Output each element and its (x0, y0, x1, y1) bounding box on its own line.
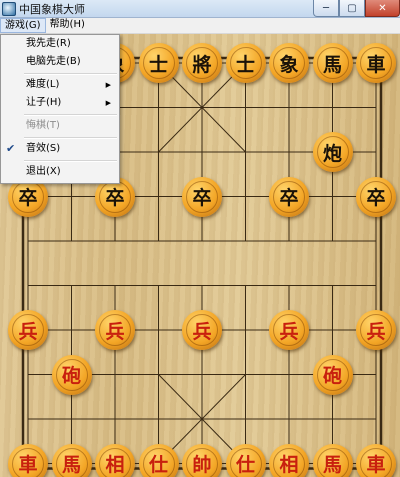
maximize-button[interactable]: ▢ (339, 0, 365, 17)
piece-label: 卒 (99, 180, 131, 213)
piece-label: 將 (186, 47, 218, 79)
piece-label: 兵 (273, 314, 305, 346)
red-piece[interactable]: 砲 (51, 354, 92, 395)
submenu-arrow-icon: ▶ (105, 81, 111, 89)
piece-label: 馬 (316, 47, 349, 79)
submenu-arrow-icon: ▶ (105, 99, 111, 107)
piece-label: 兵 (99, 314, 131, 346)
piece-label: 帥 (186, 447, 218, 477)
black-piece[interactable]: 象 (269, 43, 309, 83)
menu-item-sound[interactable]: ✔ 音效(S) (1, 140, 119, 158)
black-piece[interactable]: 卒 (182, 176, 222, 217)
game-dropdown-menu: 我先走(R) 电脑先走(B) 难度(L) ▶ 让子(H) ▶ 悔棋(T) ✔ 音效(S) 退出(X… (0, 34, 120, 184)
red-piece[interactable]: 馬 (312, 443, 353, 477)
red-piece[interactable]: 砲 (312, 354, 353, 395)
red-piece[interactable]: 兵 (95, 310, 135, 350)
piece-label: 仕 (142, 447, 175, 477)
piece-label: 相 (273, 447, 305, 477)
piece-label: 士 (229, 47, 262, 79)
piece-label: 馬 (55, 447, 88, 477)
piece-label: 炮 (316, 136, 349, 168)
menu-item-handicap[interactable]: 让子(H) ▶ (1, 94, 119, 112)
menu-item-undo: 悔棋(T) (1, 117, 119, 135)
piece-label: 卒 (360, 180, 392, 213)
red-piece[interactable]: 兵 (8, 310, 48, 350)
piece-label: 兵 (12, 314, 44, 346)
black-piece[interactable]: 卒 (269, 176, 309, 217)
red-piece[interactable]: 兵 (269, 310, 309, 350)
piece-label: 相 (99, 447, 131, 477)
menu-item-label: 让子(H) (26, 97, 62, 108)
red-piece[interactable]: 馬 (51, 443, 92, 477)
black-piece[interactable]: 士 (225, 43, 266, 83)
minimize-button[interactable]: ─ (313, 0, 339, 17)
window-title: 中国象棋大师 (19, 2, 85, 16)
menu-item-label: 音效(S) (26, 143, 61, 154)
title-bar: 中国象棋大师 ─ ▢ ✕ (0, 0, 400, 18)
menu-item-exit[interactable]: 退出(X) (1, 163, 119, 181)
red-piece[interactable]: 兵 (356, 310, 396, 350)
piece-label: 車 (360, 47, 392, 79)
black-piece[interactable]: 將 (182, 43, 222, 83)
menu-item-label: 退出(X) (26, 166, 61, 177)
piece-label: 兵 (360, 314, 392, 346)
piece-label: 兵 (186, 314, 218, 346)
menu-item-computer-first[interactable]: 电脑先走(B) (1, 53, 119, 71)
menu-item-difficulty[interactable]: 难度(L) ▶ (1, 76, 119, 94)
menu-item-label: 悔棋(T) (26, 120, 60, 131)
black-piece[interactable]: 士 (138, 43, 179, 83)
piece-label: 仕 (229, 447, 262, 477)
piece-label: 卒 (186, 180, 218, 213)
black-piece[interactable]: 炮 (312, 132, 353, 172)
menu-game[interactable]: 游戏(G) (0, 18, 46, 33)
piece-label: 砲 (55, 358, 88, 391)
red-piece[interactable]: 仕 (225, 443, 266, 477)
menu-item-label: 电脑先走(B) (26, 56, 81, 67)
piece-label: 馬 (316, 447, 349, 477)
menu-help[interactable]: 帮助(H) (46, 18, 89, 33)
black-piece[interactable]: 卒 (356, 176, 396, 217)
piece-label: 砲 (316, 358, 349, 391)
black-piece[interactable]: 馬 (312, 43, 353, 83)
piece-label: 車 (360, 447, 392, 477)
piece-label: 卒 (12, 180, 44, 213)
menu-item-label: 难度(L) (26, 79, 60, 90)
menu-item-player-first[interactable]: 我先走(R) (1, 35, 119, 53)
menu-item-label: 我先走(R) (26, 38, 71, 49)
red-piece[interactable]: 兵 (182, 310, 222, 350)
red-piece[interactable]: 仕 (138, 443, 179, 477)
piece-label: 車 (12, 447, 44, 477)
piece-label: 卒 (273, 180, 305, 213)
check-icon: ✔ (6, 142, 16, 155)
black-piece[interactable]: 車 (356, 43, 396, 83)
app-icon (2, 1, 16, 16)
close-button[interactable]: ✕ (365, 0, 400, 17)
piece-label: 象 (273, 47, 305, 79)
piece-label: 士 (142, 47, 175, 79)
menu-bar: 游戏(G) 帮助(H) (0, 18, 400, 34)
